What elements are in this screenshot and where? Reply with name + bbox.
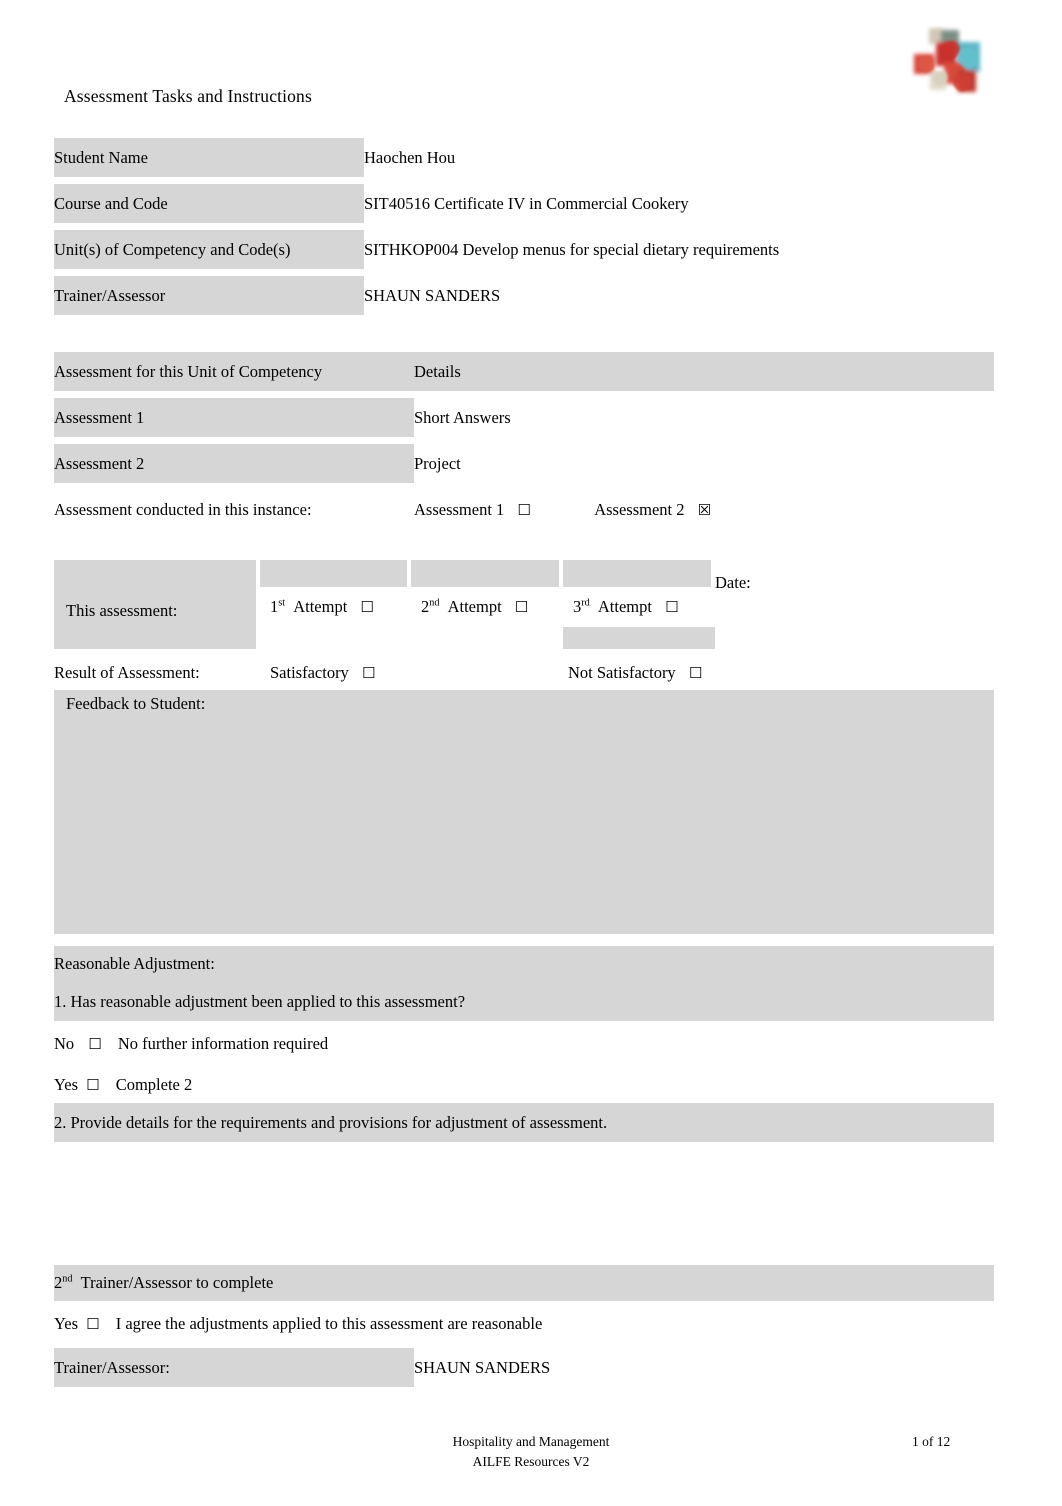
course-code-value[interactable]: SIT40516 Certificate IV in Commercial Co… — [364, 184, 874, 223]
attempt-2-checkbox[interactable]: ☐ — [515, 598, 528, 616]
footer-line-2: AILFE Resources V2 — [472, 1454, 590, 1469]
table-row: 2nd Trainer/Assessor to complete — [54, 1265, 995, 1301]
not-satisfactory-label: Not Satisfactory — [568, 662, 676, 682]
adjustment-details-area[interactable] — [54, 1142, 995, 1249]
table-row: Reasonable Adjustment: — [54, 946, 995, 982]
feedback-label: Feedback to Student: — [66, 694, 206, 713]
assessment-conducted-options: Assessment 1 ☐ Assessment 2 ☒ — [414, 490, 994, 529]
satisfactory-checkbox[interactable]: ☐ — [362, 664, 375, 682]
table-row: 2. Provide details for the requirements … — [54, 1103, 995, 1142]
student-name-label: Student Name — [54, 138, 364, 177]
assessment-2-checkbox[interactable]: ☒ — [698, 501, 711, 519]
date-label: Date: — [715, 560, 994, 627]
footer-line-1: Hospitality and Management — [452, 1434, 610, 1449]
satisfactory-cell: Satisfactory ☐ — [260, 655, 559, 690]
organisation-logo — [896, 26, 996, 104]
course-code-label: Course and Code — [54, 184, 364, 223]
assessment-2-label: Assessment 2 — [54, 444, 414, 483]
question-2: 2. Provide details for the requirements … — [54, 1103, 995, 1142]
table-row: Yes ☐ I agree the adjustments applied to… — [54, 1306, 995, 1342]
attempt-2-ordinal: 2nd — [421, 597, 440, 616]
trainer-assessor-label: Trainer/Assessor — [54, 276, 364, 315]
table-row: 1. Has reasonable adjustment been applie… — [54, 982, 995, 1021]
student-details-table: Student Name Haochen Hou Course and Code… — [54, 138, 874, 315]
date-value[interactable] — [715, 627, 994, 649]
reasonable-adjustment-heading: Reasonable Adjustment: — [54, 946, 995, 982]
agree-checkbox[interactable]: ☐ — [86, 1315, 99, 1333]
document-page: Assessment Tasks and Instructions Studen… — [0, 0, 1062, 1506]
table-row: Course and Code SIT40516 Certificate IV … — [54, 184, 874, 223]
table-row: No ☐ No further information required — [54, 1026, 995, 1062]
assessment-2-option-label: Assessment 2 — [594, 499, 685, 519]
attempt-3-cell: 3rd Attempt ☐ — [563, 587, 711, 627]
assessment-2-value: Project — [414, 444, 994, 483]
not-satisfactory-cell: Not Satisfactory ☐ — [559, 655, 994, 690]
assessment-header-right: Details — [414, 352, 994, 391]
agree-label: Yes — [54, 1314, 79, 1333]
attempt-result-table: This assessment: Date: 1st Attempt ☐ 2nd… — [54, 560, 994, 934]
trainer-assessor-sign-value[interactable]: SHAUN SANDERS — [414, 1348, 995, 1387]
assessment-conducted-label: Assessment conducted in this instance: — [54, 490, 414, 529]
no-label: No — [54, 1034, 75, 1053]
trainer-assessor-value[interactable]: SHAUN SANDERS — [364, 276, 874, 315]
table-row: Trainer/Assessor SHAUN SANDERS — [54, 276, 874, 315]
not-satisfactory-checkbox[interactable]: ☐ — [689, 664, 702, 682]
attempt-1-ordinal: 1st — [270, 597, 286, 616]
second-trainer-row: 2nd Trainer/Assessor to complete — [54, 1265, 995, 1301]
attempt-2-cell: 2nd Attempt ☐ — [411, 587, 559, 627]
assessment-overview-table: Assessment for this Unit of Competency D… — [54, 352, 994, 529]
reasonable-adjustment-table: Reasonable Adjustment: 1. Has reasonable… — [54, 946, 995, 1387]
assessment-1-value: Short Answers — [414, 398, 994, 437]
agree-row: Yes ☐ I agree the adjustments applied to… — [54, 1306, 995, 1342]
table-row: Student Name Haochen Hou — [54, 138, 874, 177]
yes-label: Yes — [54, 1075, 79, 1094]
question-1: 1. Has reasonable adjustment been applie… — [54, 982, 995, 1021]
assessment-1-label: Assessment 1 — [54, 398, 414, 437]
unit-competency-label: Unit(s) of Competency and Code(s) — [54, 230, 364, 269]
second-trainer-ordinal: 2nd — [54, 1273, 73, 1292]
agree-text: I agree the adjustments applied to this … — [115, 1314, 543, 1333]
table-row: Unit(s) of Competency and Code(s) SITHKO… — [54, 230, 874, 269]
page-title: Assessment Tasks and Instructions — [64, 86, 312, 106]
this-assessment-label: This assessment: — [54, 560, 256, 627]
student-name-value[interactable]: Haochen Hou — [364, 138, 874, 177]
satisfactory-label: Satisfactory — [270, 662, 349, 682]
second-trainer-text: Trainer/Assessor to complete — [80, 1273, 274, 1292]
no-option-row: No ☐ No further information required — [54, 1026, 995, 1062]
assessment-1-option-label: Assessment 1 — [414, 499, 505, 519]
attempt-1-checkbox[interactable]: ☐ — [360, 598, 373, 616]
assessment-1-checkbox[interactable]: ☐ — [517, 501, 530, 519]
attempt-1-cell: 1st Attempt ☐ — [260, 587, 407, 627]
attempt-3-label: Attempt — [597, 597, 652, 616]
table-row: Trainer/Assessor: SHAUN SANDERS — [54, 1348, 995, 1387]
attempt-3-ordinal: 3rd — [573, 597, 590, 616]
attempt-1-label: Attempt — [293, 597, 348, 616]
date-input-row — [54, 627, 994, 649]
feedback-row: Feedback to Student: — [54, 690, 994, 934]
attempt-2-label: Attempt — [447, 597, 502, 616]
assessment-header-left: Assessment for this Unit of Competency — [54, 352, 414, 391]
attempt-3-checkbox[interactable]: ☐ — [665, 598, 678, 616]
table-row — [54, 1142, 995, 1249]
feedback-area[interactable]: Feedback to Student: — [54, 690, 994, 934]
table-header-row: Assessment for this Unit of Competency D… — [54, 352, 994, 391]
footer-page-number: 1 of 12 — [912, 1434, 951, 1449]
yes-text: Complete 2 — [115, 1075, 193, 1094]
page-footer: Hospitality and Management AILFE Resourc… — [0, 1432, 1062, 1472]
trainer-assessor-sign-label: Trainer/Assessor: — [54, 1348, 414, 1387]
no-checkbox[interactable]: ☐ — [88, 1035, 101, 1053]
result-label: Result of Assessment: — [54, 655, 256, 690]
result-row: Result of Assessment: Satisfactory ☐ Not… — [54, 655, 994, 690]
yes-option-row: Yes ☐ Complete 2 — [54, 1067, 995, 1103]
table-row: Assessment 2 Project — [54, 444, 994, 483]
unit-competency-value[interactable]: SITHKOP004 Develop menus for special die… — [364, 230, 874, 269]
table-row: Assessment 1 Short Answers — [54, 398, 994, 437]
table-row: Assessment conducted in this instance: A… — [54, 490, 994, 529]
table-row: Yes ☐ Complete 2 — [54, 1067, 995, 1103]
attempt-row: This assessment: Date: — [54, 560, 994, 627]
yes-checkbox[interactable]: ☐ — [86, 1076, 99, 1094]
no-text: No further information required — [117, 1034, 329, 1053]
